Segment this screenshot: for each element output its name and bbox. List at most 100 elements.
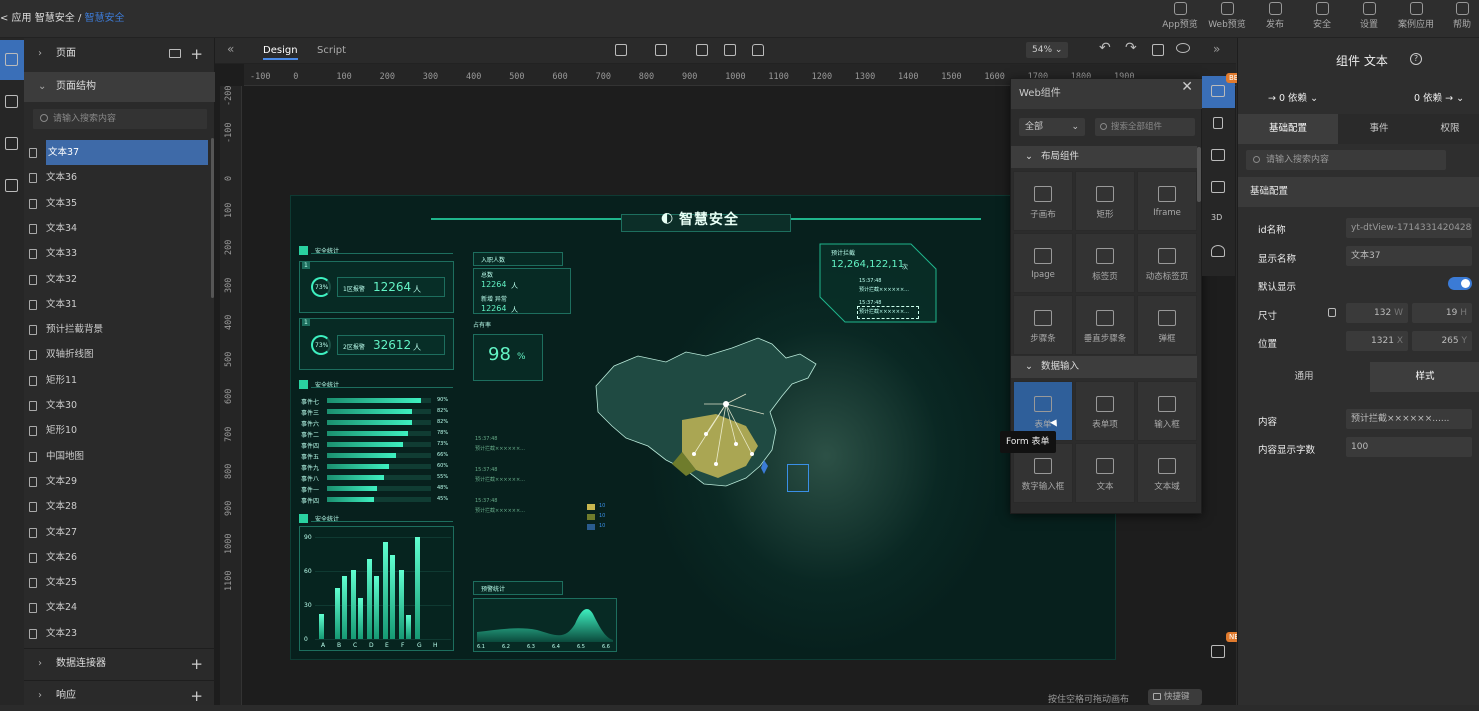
tree-item[interactable]: 文本28	[24, 494, 210, 519]
add-response-button[interactable]: +	[190, 681, 203, 711]
display-name-field[interactable]: 文本37	[1346, 246, 1472, 266]
tree-item[interactable]: 文本35	[24, 191, 210, 216]
tree-item[interactable]: 中国地图	[24, 444, 210, 469]
tab-permissions[interactable]: 权限	[1420, 114, 1479, 144]
structure-header[interactable]: ⌄ 页面结构	[24, 72, 215, 102]
fit-icon[interactable]	[696, 44, 708, 56]
tree-item[interactable]: 文本25	[24, 570, 210, 595]
id-field[interactable]: yt-dtView-1714331420428	[1346, 218, 1472, 238]
send-button[interactable]: 发布	[1253, 2, 1297, 36]
shortcut-button[interactable]: 快捷键	[1148, 689, 1202, 705]
preview-eye-icon[interactable]	[1176, 43, 1190, 53]
tab-script[interactable]: Script	[317, 42, 346, 60]
data-connector-section[interactable]: › 数据连接器 +	[24, 648, 215, 678]
x-field[interactable]: 1321 X	[1346, 331, 1408, 351]
monitor-preview-button[interactable]: Web预览	[1205, 2, 1249, 36]
tree-item[interactable]: 文本23	[24, 621, 210, 646]
component-iframe[interactable]: Iframe	[1137, 171, 1197, 231]
lock-icon[interactable]	[1328, 308, 1336, 317]
component-rectangle[interactable]: 矩形	[1075, 171, 1135, 231]
help-button[interactable]: 帮助	[1440, 2, 1479, 36]
add-page-button[interactable]: +	[190, 38, 203, 70]
phone-preview-button[interactable]: App预览	[1158, 2, 1202, 36]
tree-item[interactable]: 预计拦截背景	[24, 317, 210, 342]
redo-icon[interactable]: ↷	[1125, 40, 1137, 56]
upstream-deps[interactable]: → 0 依赖 ⌄	[1268, 90, 1318, 104]
structure-search-input[interactable]: 请输入搜索内容	[32, 108, 208, 130]
tree-item[interactable]: 文本29	[24, 469, 210, 494]
tree-item[interactable]: 文本32	[24, 267, 210, 292]
user-dock-button[interactable]	[1202, 236, 1235, 268]
component-modal[interactable]: 弹框	[1137, 295, 1197, 355]
panel-scrollbar[interactable]	[1197, 147, 1201, 202]
gear-button[interactable]: 设置	[1347, 2, 1391, 36]
document-button[interactable]: 案例应用	[1394, 2, 1438, 36]
shield-button[interactable]: 安全	[1300, 2, 1344, 36]
component-search-input[interactable]: 搜索全部组件	[1095, 118, 1195, 136]
component-filter-select[interactable]: 全部 ⌄	[1019, 118, 1085, 136]
tab-design[interactable]: Design	[263, 42, 298, 60]
tree-item[interactable]: 文本26	[24, 545, 210, 570]
tree-item[interactable]: 文本24	[24, 595, 210, 620]
dashboard-canvas[interactable]: ◐ 智慧安全 安全统计 1 73% 1区报警 12264 人 1 73% 2区报…	[290, 195, 1116, 660]
y-field[interactable]: 265 Y	[1412, 331, 1472, 351]
component-text[interactable]: 文本	[1075, 443, 1135, 503]
add-connector-button[interactable]: +	[190, 649, 203, 679]
section-input[interactable]: ⌄ 数据输入	[1011, 356, 1197, 378]
crop-icon[interactable]	[724, 44, 736, 56]
section-basic-config[interactable]: 基础配置	[1238, 177, 1479, 207]
chart-dock-button[interactable]	[1202, 140, 1235, 172]
component-dynamic-tabs[interactable]: 动态标签页	[1137, 233, 1197, 293]
breadcrumb-app[interactable]: 智慧安全	[35, 13, 75, 24]
tree-item[interactable]: 文本34	[24, 216, 210, 241]
component-vertical-steps[interactable]: 垂直步骤条	[1075, 295, 1135, 355]
tree-item[interactable]: 文本33	[24, 241, 210, 266]
data-rail-button[interactable]	[0, 124, 24, 164]
property-search-input[interactable]: 请输入搜索内容	[1246, 150, 1446, 170]
undo-icon[interactable]: ↶	[1099, 40, 1111, 56]
align-icon[interactable]	[615, 44, 627, 56]
component-sub-canvas[interactable]: 子画布	[1013, 171, 1073, 231]
tree-item[interactable]: 双轴折线图	[24, 342, 210, 367]
width-field[interactable]: 132 W	[1346, 303, 1408, 323]
cube-rail-button[interactable]	[0, 166, 24, 206]
pages-rail-button[interactable]	[0, 40, 24, 80]
tree-item[interactable]: 文本30	[24, 393, 210, 418]
component-form-item[interactable]: 表单项	[1075, 381, 1135, 441]
components-rail-button[interactable]	[0, 82, 24, 122]
response-section[interactable]: › 响应 +	[24, 680, 215, 710]
component-ipage[interactable]: Ipage	[1013, 233, 1073, 293]
downstream-deps[interactable]: 0 依赖 → ⌄	[1414, 90, 1464, 104]
help-icon[interactable]: ?	[1410, 53, 1422, 65]
content-field[interactable]: 预计拦截××××××......	[1346, 409, 1472, 429]
default-visible-toggle[interactable]	[1448, 277, 1472, 290]
tab-events[interactable]: 事件	[1338, 114, 1420, 144]
component-tabs[interactable]: 标签页	[1075, 233, 1135, 293]
image-dock-button[interactable]	[1202, 172, 1235, 204]
close-icon[interactable]: ✕	[1181, 79, 1193, 95]
tree-item[interactable]: 文本37	[24, 140, 210, 165]
max-chars-field[interactable]: 100	[1346, 437, 1472, 457]
tree-item[interactable]: 文本31	[24, 292, 210, 317]
mobile-view-button[interactable]	[1202, 108, 1235, 140]
tree-scrollbar[interactable]	[211, 138, 214, 298]
tab-basic-config[interactable]: 基础配置	[1238, 114, 1338, 144]
folder-icon[interactable]	[169, 49, 181, 58]
tab-style[interactable]: 样式	[1370, 362, 1479, 392]
tree-item[interactable]: 文本36	[24, 165, 210, 190]
breadcrumb-root[interactable]: < 应用	[0, 13, 32, 24]
tab-general[interactable]: 通用	[1238, 362, 1370, 392]
save-icon[interactable]	[1152, 44, 1164, 56]
layer-icon[interactable]	[655, 44, 667, 56]
tree-item[interactable]: 矩形10	[24, 418, 210, 443]
lock-icon[interactable]	[752, 44, 764, 56]
component-input[interactable]: 输入框	[1137, 381, 1197, 441]
height-field[interactable]: 19 H	[1412, 303, 1472, 323]
section-layout[interactable]: ⌄ 布局组件	[1011, 146, 1197, 168]
component-textarea[interactable]: 文本域	[1137, 443, 1197, 503]
tree-item[interactable]: 文本27	[24, 520, 210, 545]
component-steps[interactable]: 步骤条	[1013, 295, 1073, 355]
3d-dock-button[interactable]: 3D	[1202, 204, 1235, 236]
tree-item[interactable]: 矩形11	[24, 368, 210, 393]
pages-header[interactable]: › 页面 +	[24, 38, 215, 70]
